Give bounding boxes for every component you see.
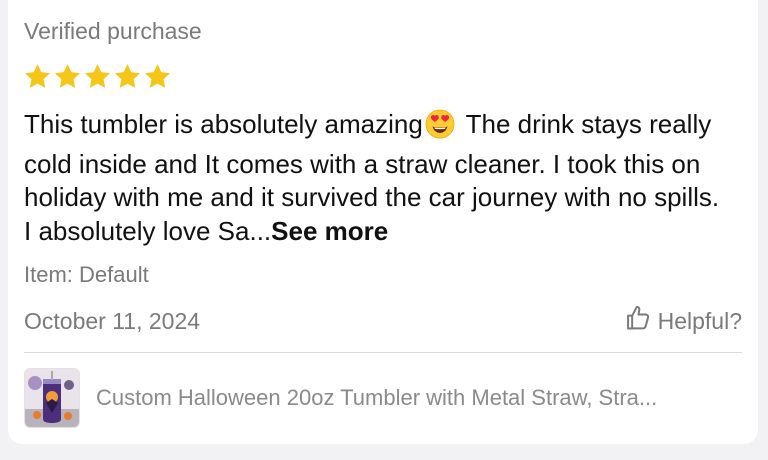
- item-variant-label: Item: Default: [24, 262, 149, 287]
- thumbs-up-icon: [624, 304, 652, 338]
- star-icon: [83, 62, 112, 92]
- star-icon: [53, 62, 82, 92]
- product-link[interactable]: Custom Halloween 20oz Tumbler with Metal…: [24, 368, 742, 428]
- review-text-part-1: This tumbler is absolutely amazing: [24, 109, 423, 139]
- product-title: Custom Halloween 20oz Tumbler with Metal…: [96, 385, 658, 410]
- star-icon: [23, 62, 52, 92]
- verified-purchase-label: Verified purchase: [24, 18, 202, 44]
- see-more-link[interactable]: See more: [271, 216, 388, 246]
- helpful-button[interactable]: Helpful?: [624, 304, 742, 338]
- divider: [24, 352, 742, 353]
- halloween-tumbler-thumbnail-icon: [24, 368, 80, 428]
- star-icon: [143, 62, 172, 92]
- review-text: This tumbler is absolutely amazing The d…: [24, 108, 730, 248]
- review-card: Verified purchase This tumbler is absolu…: [8, 0, 758, 444]
- heart-eyes-emoji-icon: [425, 109, 455, 148]
- star-rating: [23, 62, 172, 92]
- helpful-label: Helpful?: [657, 307, 742, 334]
- star-icon: [113, 62, 142, 92]
- review-date: October 11, 2024: [24, 308, 201, 334]
